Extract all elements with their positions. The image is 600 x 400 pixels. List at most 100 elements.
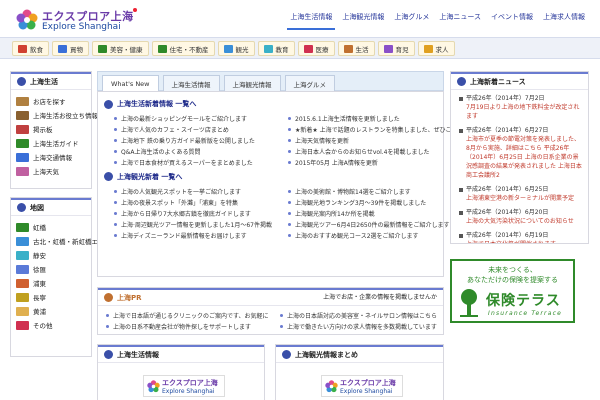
sidebar-item[interactable]: お店を探す — [16, 94, 91, 108]
list-item[interactable]: ★新着★ 上海で話題のレストランを特集しました、ぜひご覧ください — [288, 125, 456, 135]
list-item-text: 上海·周辺観光ツアー情報を更新しました1月〜67件掲載 — [121, 221, 273, 229]
sidebar-life-header: 上海生活 — [11, 72, 91, 90]
logo-dot — [133, 8, 137, 12]
list-item-text: 上海観光ツアー6月4日2650件の最新情報をご紹介します — [295, 221, 450, 229]
list-item[interactable]: 上海ディズニーランド最新情報をお届けします — [114, 230, 282, 240]
bullet-icon — [114, 149, 117, 153]
list-item[interactable]: 上海から日帰り7大水郷古鎮を徹底ガイドします — [114, 209, 282, 219]
category-item[interactable]: 教育 — [257, 41, 295, 56]
bottom-box-sightseeing-logo[interactable]: エクスプロア上海 Explore Shanghai — [321, 375, 403, 397]
nav-item-gourmet[interactable]: 上海グルメ — [391, 10, 432, 30]
list-item-text: 上海天気情報を更新 — [295, 137, 350, 145]
list-item[interactable]: 上海の日本語対応の美容室・ネイルサロン情報はこちら — [280, 311, 448, 321]
nav-item-sightseeing[interactable]: 上海観光情報 — [339, 10, 387, 30]
list-item[interactable]: 上海のおすすめ観光コース2選をご紹介します — [288, 230, 456, 240]
list-item[interactable]: 上海で働きたい方向けの求人情報を多数掲載しています — [280, 322, 448, 332]
category-item[interactable]: 美容・健康 — [92, 41, 149, 56]
category-icon — [343, 44, 353, 53]
sidebar-item-label: 上海天気 — [33, 168, 59, 176]
category-item[interactable]: 飲食 — [12, 41, 49, 56]
news-item[interactable]: 平成26年（2014年）6月27日 上海市が夏季の節電対策を発表しました、8月から… — [459, 126, 582, 180]
news-desc[interactable]: 上海で日本文化祭が開催されます — [466, 241, 556, 243]
category-item[interactable]: 生活 — [337, 41, 375, 56]
category-item[interactable]: 求人 — [417, 41, 455, 56]
right-news-box: 上海新着ニュース 平成26年（2014年）7月2日 7月19日より上海の地下鉄料金… — [450, 71, 589, 244]
sidebar-item[interactable]: 長寧 — [16, 290, 91, 304]
category-label: 求人 — [435, 45, 449, 54]
list-item[interactable]: 上海観光ツアー6月4日2650件の最新情報をご紹介します — [288, 219, 456, 229]
category-label: 生活 — [355, 45, 369, 54]
list-item[interactable]: 上海地下 鉄の乗り方ガイド最新版を公開しました — [114, 136, 282, 146]
bullet-icon — [114, 128, 117, 132]
list-item[interactable]: 上海観光案内所14か所を掲載 — [288, 209, 456, 219]
bullet-icon — [114, 117, 117, 121]
category-item[interactable]: 買物 — [52, 41, 89, 56]
site-logo[interactable]: エクスプロア上海 Explore Shanghai — [12, 6, 142, 34]
list-item[interactable]: 上海·周辺観光ツアー情報を更新しました1月〜67件掲載 — [114, 219, 282, 229]
category-item[interactable]: 観光 — [217, 41, 255, 56]
news-desc[interactable]: 7月19日より上海の地下鉄料金が改定されます — [466, 104, 579, 120]
list-item[interactable]: 上海で人気のカフェ・スイーツ店まとめ — [114, 125, 282, 135]
bottom-box-life-logo[interactable]: エクスプロア上海 Explore Shanghai — [143, 375, 225, 397]
category-item[interactable]: 住宅・不動産 — [151, 41, 215, 56]
list-item-text: 上海観光地ランキング3月〜39件を掲載しました — [295, 200, 427, 208]
news-item[interactable]: 平成26年（2014年）6月20日 上海の大気汚染状況についてのお知らせ — [459, 208, 582, 226]
mini-logo-en: Explore Shanghai — [162, 388, 215, 395]
sidebar-item[interactable]: 浦東 — [16, 276, 91, 290]
tab-sightseeing[interactable]: 上海観光情報 — [223, 75, 281, 92]
news-item[interactable]: 平成26年（2014年）6月25日 上海浦東空港の新ターミナルが開業予定 — [459, 185, 582, 203]
list-item[interactable]: 上海で日本語が通じるクリニックのご案内です、お気軽に — [106, 311, 274, 321]
category-item[interactable]: 医療 — [297, 41, 335, 56]
news-desc[interactable]: 上海浦東空港の新ターミナルが開業予定 — [466, 195, 574, 202]
sidebar-item[interactable]: 虹橋 — [16, 220, 91, 234]
nav-item-life[interactable]: 上海生活情報 — [287, 10, 336, 30]
sidebar-item[interactable]: 上海天気 — [16, 164, 91, 178]
bullet-icon — [106, 325, 109, 329]
tab-whats-new[interactable]: What's New — [102, 75, 159, 92]
sidebar-item[interactable]: その他 — [16, 318, 91, 332]
list-item-text: 上海で日本語が通じるクリニックのご案内です、お気軽に — [113, 313, 269, 321]
insurance-terrace-ad[interactable]: 未来をつくる、 あなただけの保険を提案する 保険テラス Insurance Te… — [450, 259, 575, 323]
pr-advertise-link[interactable]: 上海でお店・企業の情報を掲載しませんか — [323, 292, 437, 301]
list-item[interactable]: 上海で日本食材が買えるスーパーをまとめました — [114, 157, 282, 167]
news-desc[interactable]: 上海市が夏季の節電対策を発表しました、8月から実施、詳細はこちら 平成26年（2… — [466, 136, 582, 179]
sidebar-map-box: 地図 虹橋 古北・虹橋・新虹橋エリア 静安 徐匯 浦東 長寧 黄浦 その他 — [10, 197, 111, 357]
list-item[interactable]: 上海の夜景スポット「外灘」「浦東」を特集 — [114, 198, 282, 208]
sidebar-item-label: 掲示板 — [33, 126, 53, 134]
sidebar-item[interactable]: 古北・虹橋・新虹橋エリア — [16, 234, 111, 248]
list-item[interactable]: 2015.6.1上海生活情報を更新しました — [288, 114, 456, 124]
whats-new-panel: 上海生活新着情報 一覧へ 上海の最新ショッピングモールをご紹介します 2015.6… — [97, 91, 456, 277]
list-item[interactable]: 2015年05月 上海A情報を更新 — [288, 157, 456, 167]
category-icon — [383, 44, 393, 53]
sidebar-item[interactable]: 黄浦 — [16, 304, 91, 318]
sightseeing-news-title[interactable]: 上海観光新着 一覧へ — [104, 171, 437, 183]
list-item[interactable]: 上海の日系不動産会社が物件探しをサポートします — [106, 322, 274, 332]
list-item[interactable]: Q&A上海生活のよくある質問 — [114, 146, 282, 156]
content-tabs: What's New 上海生活情報 上海観光情報 上海グルメ — [97, 71, 444, 92]
mini-logo-jp: エクスプロア上海 — [162, 379, 218, 387]
list-item[interactable]: 上海天気情報を更新 — [288, 136, 456, 146]
nav-item-jobs[interactable]: 上海求人情報 — [540, 10, 588, 30]
nav-item-events[interactable]: イベント情報 — [488, 10, 536, 30]
bullet-icon — [288, 160, 291, 164]
sidebar-item[interactable]: 静安 — [16, 248, 91, 262]
list-item[interactable]: 上海の最新ショッピングモールをご紹介します — [114, 114, 282, 124]
tab-life[interactable]: 上海生活情報 — [162, 75, 220, 92]
news-item[interactable]: 平成26年（2014年）6月19日上海で日本文化祭が開催されます — [459, 231, 582, 243]
list-item-text: 上海地下 鉄の乗り方ガイド最新版を公開しました — [121, 137, 255, 145]
tab-gourmet[interactable]: 上海グルメ — [284, 75, 335, 92]
nav-item-news[interactable]: 上海ニュース — [436, 10, 484, 30]
life-news-title[interactable]: 上海生活新着情報 一覧へ — [104, 98, 437, 110]
sidebar-item[interactable]: 上海生活ガイド — [16, 136, 91, 150]
sidebar-item[interactable]: 徐匯 — [16, 262, 91, 276]
list-item[interactable]: 上海日本人会からのお知らせvol.4を掲載しました — [288, 146, 456, 156]
news-desc[interactable]: 上海の大気汚染状況についてのお知らせ — [466, 218, 574, 225]
list-item[interactable]: 上海観光地ランキング3月〜39件を掲載しました — [288, 198, 456, 208]
news-item[interactable]: 平成26年（2014年）7月2日 7月19日より上海の地下鉄料金が改定されます — [459, 94, 582, 121]
sidebar-item[interactable]: 上海交通情報 — [16, 150, 91, 164]
category-item[interactable]: 育児 — [377, 41, 415, 56]
list-item[interactable]: 上海の美術館・博物館14選をご紹介します — [288, 187, 456, 197]
list-item[interactable]: 上海の人気観光スポットを一挙ご紹介します — [114, 187, 282, 197]
sidebar-item[interactable]: 掲示板 — [16, 122, 91, 136]
sidebar-item[interactable]: 上海生活お役立ち情報 — [16, 108, 98, 122]
